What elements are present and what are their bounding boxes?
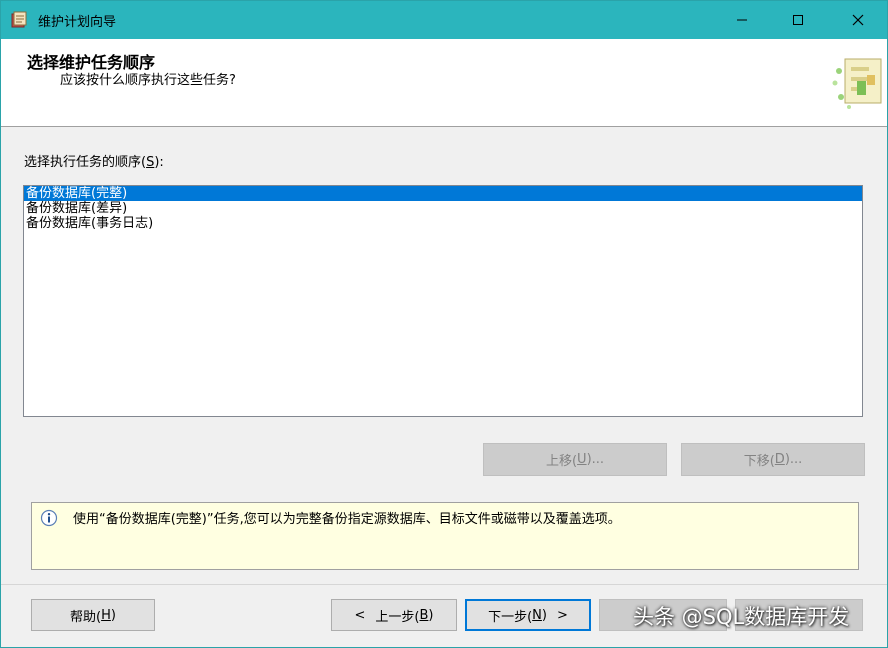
close-button[interactable]	[830, 1, 886, 39]
title-bar[interactable]: 维护计划向导	[1, 1, 887, 39]
task-order-list[interactable]: 备份数据库(完整) 备份数据库(差异) 备份数据库(事务日志)	[23, 185, 863, 417]
window-title: 维护计划向导	[38, 15, 117, 30]
list-item[interactable]: 备份数据库(事务日志)	[24, 216, 862, 231]
list-item[interactable]: 备份数据库(完整)	[24, 186, 862, 201]
watermark: 头条 @SQL数据库开发	[633, 605, 850, 629]
task-order-label: 选择执行任务的顺序(S):	[24, 155, 164, 170]
wizard-window: 维护计划向导 选择维护任务顺序 应该按什么顺序执行这些任务? 选择执行任务的顺序…	[0, 0, 888, 648]
footer-divider	[1, 584, 887, 585]
maximize-icon	[793, 15, 803, 25]
minimize-icon	[737, 19, 747, 21]
wizard-banner-icon	[832, 58, 882, 109]
task-description-box: 使用“备份数据库(完整)”任务,您可以为完整备份指定源数据库、目标文件或磁带以及…	[31, 502, 859, 570]
chevron-right-icon: >	[556, 607, 568, 623]
task-description-text: 使用“备份数据库(完整)”任务,您可以为完整备份指定源数据库、目标文件或磁带以及…	[73, 512, 621, 527]
chevron-left-icon: <	[354, 607, 366, 623]
maximize-button[interactable]	[770, 1, 826, 39]
info-icon	[40, 509, 58, 527]
page-subtitle: 应该按什么顺序执行这些任务?	[60, 73, 236, 88]
move-down-button[interactable]: 下移(D)...	[681, 443, 865, 476]
move-up-button[interactable]: 上移(U)...	[483, 443, 667, 476]
next-button[interactable]: 下一步(N) >	[465, 599, 591, 631]
back-button[interactable]: < 上一步(B)	[331, 599, 457, 631]
wizard-header: 选择维护任务顺序 应该按什么顺序执行这些任务?	[1, 39, 887, 127]
help-button[interactable]: 帮助(H)	[31, 599, 155, 631]
minimize-button[interactable]	[714, 1, 770, 39]
close-icon	[852, 14, 864, 26]
maintenance-wizard-icon	[11, 11, 27, 28]
list-item[interactable]: 备份数据库(差异)	[24, 201, 862, 216]
